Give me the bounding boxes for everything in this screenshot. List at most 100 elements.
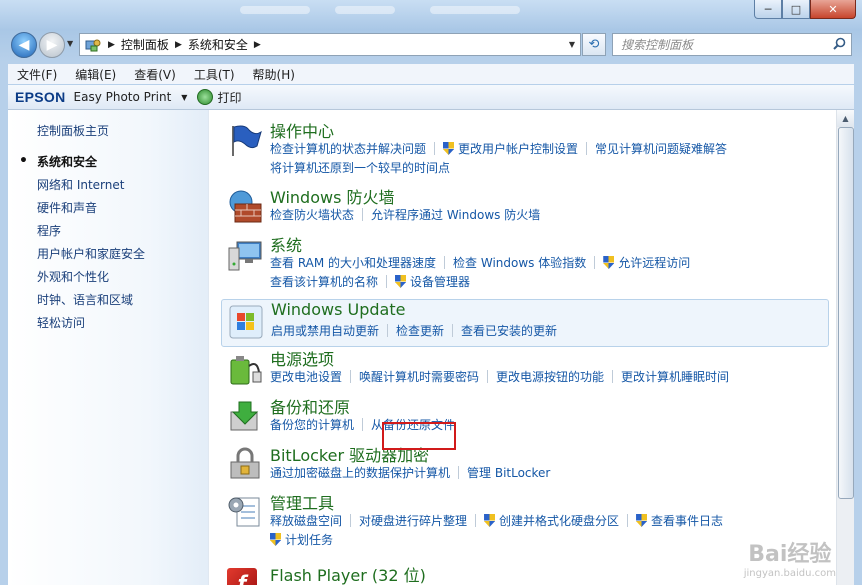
category-system: 系统 查看 RAM 的大小和处理器速度 检查 Windows 体验指数 允许远程访问查… bbox=[221, 232, 827, 290]
forward-button[interactable]: ▶ bbox=[39, 32, 65, 58]
breadcrumb-system-security[interactable]: 系统和安全 bbox=[188, 36, 248, 53]
minimize-button[interactable]: ─ bbox=[754, 0, 782, 19]
category-power-options: 电源选项 更改电池设置 唤醒计算机时需要密码 更改电源按钮的功能 更改计算机睡眠时间 bbox=[221, 346, 827, 390]
task-link[interactable]: 允许远程访问 bbox=[603, 254, 690, 271]
easy-photo-print-button[interactable]: Easy Photo Print bbox=[74, 90, 172, 104]
task-link[interactable]: 对硬盘进行碎片整理 bbox=[359, 512, 467, 529]
sidebar-item-system-security[interactable]: 系统和安全 bbox=[19, 153, 145, 177]
sidebar-item-appearance[interactable]: 外观和个性化 bbox=[37, 269, 145, 292]
maximize-button[interactable]: □ bbox=[782, 0, 810, 19]
epson-logo[interactable]: EPSON bbox=[15, 89, 66, 105]
task-link[interactable]: 唤醒计算机时需要密码 bbox=[359, 368, 479, 385]
windows-update-icon[interactable] bbox=[228, 304, 264, 340]
menu-bar: 文件(F) 编辑(E) 查看(V) 工具(T) 帮助(H) bbox=[8, 64, 854, 84]
link-separator bbox=[612, 370, 614, 383]
history-dropdown-icon[interactable]: ▼ bbox=[67, 39, 73, 48]
admin-tools-title[interactable]: 管理工具 bbox=[270, 490, 334, 514]
search-icon[interactable] bbox=[833, 37, 846, 53]
flash-player-title[interactable]: Flash Player (32 位) bbox=[270, 562, 426, 585]
sidebar-item-hardware-sound[interactable]: 硬件和声音 bbox=[37, 200, 145, 223]
windows-update-title[interactable]: Windows Update bbox=[271, 300, 405, 319]
task-link[interactable]: 通过加密磁盘上的数据保护计算机 bbox=[270, 464, 450, 481]
close-button[interactable]: ✕ bbox=[810, 0, 856, 19]
search-input[interactable]: 搜索控制面板 bbox=[621, 36, 693, 53]
toolbar-dropdown-icon[interactable]: ▼ bbox=[181, 93, 187, 102]
watermark: Bai经验 jingyan.baidu.com bbox=[744, 536, 836, 579]
address-bar[interactable]: ▶ 控制面板 ▶ 系统和安全 ▶ ▼ bbox=[79, 33, 581, 56]
task-link[interactable]: 常见计算机问题疑难解答 bbox=[595, 140, 727, 157]
task-link[interactable]: 检查更新 bbox=[396, 322, 444, 339]
task-link[interactable]: 允许程序通过 Windows 防火墙 bbox=[371, 206, 540, 223]
task-link[interactable]: 更改用户帐户控制设置 bbox=[443, 140, 578, 157]
scroll-up-button[interactable]: ▲ bbox=[837, 110, 854, 127]
flash-player-icon[interactable]: f bbox=[227, 568, 257, 585]
task-link[interactable]: 创建并格式化硬盘分区 bbox=[484, 512, 619, 529]
menu-edit[interactable]: 编辑(E) bbox=[66, 66, 125, 83]
refresh-button[interactable]: ⟲ bbox=[582, 33, 606, 56]
action-center-icon[interactable] bbox=[227, 122, 263, 158]
breadcrumb-control-panel[interactable]: 控制面板 bbox=[121, 36, 169, 53]
task-link[interactable]: 计划任务 bbox=[270, 531, 333, 548]
task-link[interactable]: 查看已安装的更新 bbox=[461, 322, 557, 339]
task-link[interactable]: 备份您的计算机 bbox=[270, 416, 354, 433]
task-link[interactable]: 设备管理器 bbox=[395, 273, 470, 290]
bitlocker-icon[interactable] bbox=[227, 446, 263, 482]
admin-tools-icon[interactable] bbox=[227, 494, 263, 530]
task-link[interactable]: 启用或禁用自动更新 bbox=[271, 322, 379, 339]
system-icon[interactable] bbox=[227, 236, 263, 272]
task-link[interactable]: 更改电源按钮的功能 bbox=[496, 368, 604, 385]
task-link[interactable]: 查看事件日志 bbox=[636, 512, 723, 529]
power-options-title[interactable]: 电源选项 bbox=[270, 346, 334, 370]
uac-shield-icon bbox=[484, 514, 496, 527]
task-link[interactable]: 将计算机还原到一个较早的时间点 bbox=[270, 159, 450, 176]
menu-help[interactable]: 帮助(H) bbox=[244, 66, 304, 83]
task-link[interactable]: 检查计算机的状态并解决问题 bbox=[270, 140, 426, 157]
link-separator bbox=[434, 142, 436, 155]
sidebar-item-user-accounts[interactable]: 用户帐户和家庭安全 bbox=[37, 246, 145, 269]
task-link[interactable]: 查看 RAM 的大小和处理器速度 bbox=[270, 254, 436, 271]
task-link[interactable]: 释放磁盘空间 bbox=[270, 512, 342, 529]
uac-shield-icon bbox=[270, 533, 281, 546]
menu-file[interactable]: 文件(F) bbox=[8, 66, 66, 83]
task-link[interactable]: 检查防火墙状态 bbox=[270, 206, 354, 223]
scroll-thumb[interactable] bbox=[838, 127, 854, 499]
power-options-icon[interactable] bbox=[227, 350, 263, 386]
link-separator bbox=[444, 256, 446, 269]
toolbar: EPSON Easy Photo Print ▼ 打印 bbox=[8, 85, 854, 110]
sidebar-item-clock-language[interactable]: 时钟、语言和区域 bbox=[37, 292, 145, 315]
breadcrumb-separator[interactable]: ▶ bbox=[254, 40, 261, 50]
category-admin-tools: 管理工具 释放磁盘空间 对硬盘进行碎片整理 创建并格式化硬盘分区 查看事件日志计划任务 bbox=[221, 490, 827, 548]
menu-tools[interactable]: 工具(T) bbox=[185, 66, 244, 83]
system-title[interactable]: 系统 bbox=[270, 232, 302, 256]
breadcrumb-separator[interactable]: ▶ bbox=[108, 40, 115, 50]
watermark-sub: jingyan.baidu.com bbox=[743, 568, 836, 579]
task-link[interactable]: 更改电池设置 bbox=[270, 368, 342, 385]
windows-firewall-title[interactable]: Windows 防火墙 bbox=[270, 184, 395, 208]
action-center-title[interactable]: 操作中心 bbox=[270, 118, 334, 142]
task-link[interactable]: 检查 Windows 体验指数 bbox=[453, 254, 586, 271]
sidebar-home-link[interactable]: 控制面板主页 bbox=[37, 122, 109, 139]
task-link-label: 创建并格式化硬盘分区 bbox=[499, 514, 620, 528]
sidebar-item-programs[interactable]: 程序 bbox=[37, 223, 145, 246]
task-link[interactable]: 管理 BitLocker bbox=[467, 464, 550, 481]
backup-restore-title[interactable]: 备份和还原 bbox=[270, 394, 350, 418]
menu-view[interactable]: 查看(V) bbox=[125, 66, 185, 83]
sidebar-item-network[interactable]: 网络和 Internet bbox=[37, 177, 145, 200]
task-link-label: 唤醒计算机时需要密码 bbox=[359, 370, 480, 384]
task-link-label: 备份您的计算机 bbox=[270, 418, 355, 432]
task-link-label: 更改用户帐户控制设置 bbox=[458, 142, 579, 156]
scrollbar[interactable]: ▲ bbox=[836, 110, 854, 585]
print-button[interactable]: 打印 bbox=[197, 89, 241, 106]
task-link[interactable]: 查看该计算机的名称 bbox=[270, 273, 378, 290]
address-dropdown-icon[interactable]: ▼ bbox=[569, 40, 575, 49]
print-icon bbox=[197, 89, 214, 105]
task-link[interactable]: 更改计算机睡眠时间 bbox=[621, 368, 729, 385]
highlight-box bbox=[382, 422, 456, 450]
task-link-label: 更改电源按钮的功能 bbox=[496, 370, 605, 384]
search-box[interactable]: 搜索控制面板 bbox=[612, 33, 852, 56]
sidebar-item-ease-of-access[interactable]: 轻松访问 bbox=[37, 315, 145, 338]
windows-firewall-icon[interactable] bbox=[227, 188, 263, 224]
breadcrumb-separator[interactable]: ▶ bbox=[175, 40, 182, 50]
backup-restore-icon[interactable] bbox=[227, 398, 263, 434]
back-button[interactable]: ◀ bbox=[11, 32, 37, 58]
